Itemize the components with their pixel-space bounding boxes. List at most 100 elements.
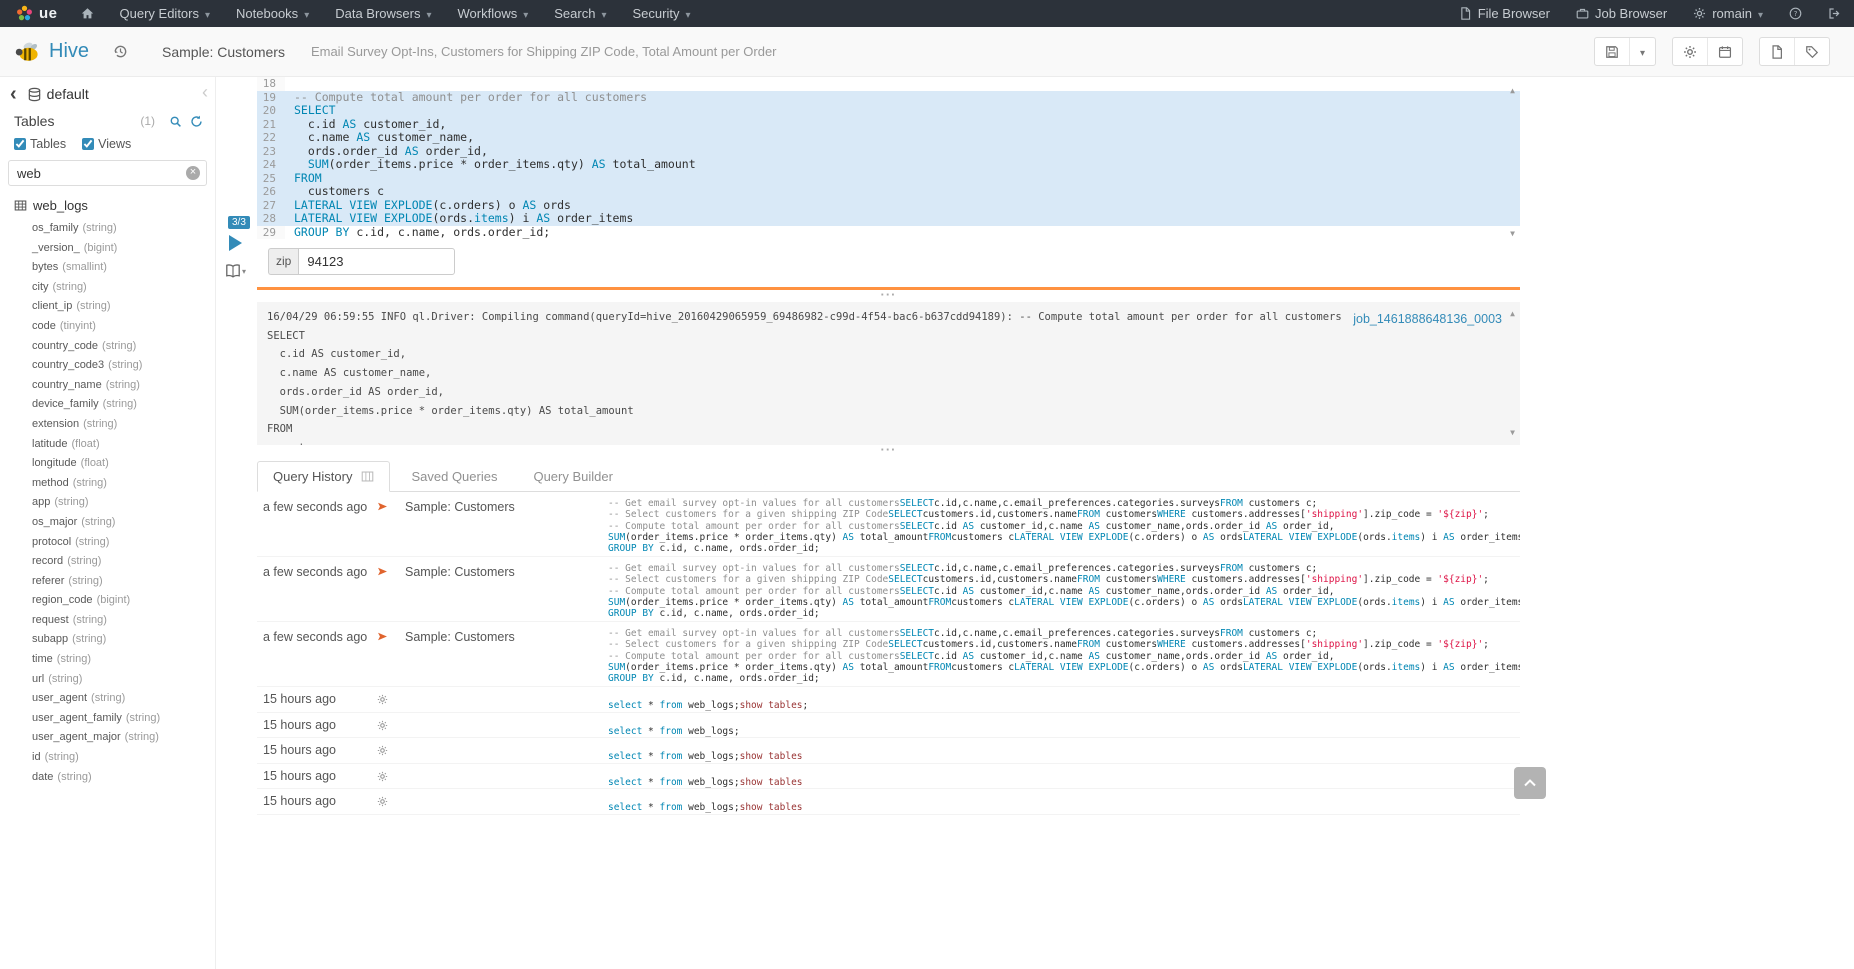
column-item[interactable]: region_code(bigint) (0, 591, 215, 611)
sql-token: customers (1100, 509, 1157, 520)
sql-token: customers.addresses[ (1186, 574, 1306, 585)
column-item[interactable]: subapp(string) (0, 630, 215, 650)
column-item[interactable]: date(string) (0, 768, 215, 788)
column-item[interactable]: latitude(float) (0, 435, 215, 455)
table-search-input[interactable] (8, 160, 207, 186)
sql-token: -- Get email survey opt-in values for al… (608, 628, 900, 639)
column-item[interactable]: _version_(bigint) (0, 239, 215, 259)
history-row[interactable]: 15 hours agoselect * from web_logs;show … (257, 738, 1520, 764)
hue-logo[interactable]: ue (0, 0, 68, 27)
column-item[interactable]: client_ip(string) (0, 297, 215, 317)
menu-query-editors[interactable]: Query Editors (107, 0, 224, 27)
filter-views-checkbox[interactable]: Views (82, 137, 131, 151)
column-item[interactable]: user_agent_family(string) (0, 709, 215, 729)
schedule-button[interactable] (1708, 38, 1742, 65)
filter-tables-checkbox[interactable]: Tables (14, 137, 66, 151)
history-sql: -- Get email survey opt-in values for al… (608, 557, 1520, 621)
resize-handle-bottom[interactable] (257, 446, 1520, 457)
tables-checkbox-input[interactable] (14, 138, 26, 150)
menu-search[interactable]: Search (541, 0, 619, 27)
tab-query-history[interactable]: Query History (257, 461, 390, 492)
menu-security[interactable]: Security (619, 0, 703, 27)
table-item-web-logs[interactable]: web_logs (0, 186, 215, 215)
scroll-to-top-button[interactable] (1514, 767, 1546, 799)
column-item[interactable]: code(tinyint) (0, 317, 215, 337)
help-button[interactable] (1776, 0, 1815, 27)
job-browser-link[interactable]: Job Browser (1563, 0, 1680, 27)
history-row[interactable]: 15 hours agoselect * from web_logs;show … (257, 789, 1520, 815)
history-row[interactable]: 15 hours agoselect * from web_logs;show … (257, 764, 1520, 790)
tags-button[interactable] (1795, 38, 1829, 65)
tab-query-builder[interactable]: Query Builder (518, 462, 627, 491)
column-item[interactable]: device_family(string) (0, 395, 215, 415)
logout-button[interactable] (1815, 0, 1854, 27)
column-item[interactable]: protocol(string) (0, 533, 215, 553)
scrollbar-down-arrow[interactable] (1510, 429, 1515, 437)
column-item[interactable]: os_family(string) (0, 219, 215, 239)
column-item[interactable]: country_code(string) (0, 337, 215, 357)
app-name[interactable]: Hive (49, 40, 89, 63)
column-item[interactable]: time(string) (0, 650, 215, 670)
column-item[interactable]: url(string) (0, 670, 215, 690)
history-icon[interactable] (113, 44, 128, 59)
column-name: os_family (32, 222, 78, 234)
sql-token: customer_id, (356, 117, 446, 131)
history-row[interactable]: a few seconds agoSample: Customers-- Get… (257, 622, 1520, 687)
column-item[interactable]: user_agent_major(string) (0, 728, 215, 748)
sql-token: AS (405, 144, 419, 158)
user-menu[interactable]: romain (1680, 0, 1776, 27)
app-header: Hive Sample: Customers Email Survey Opt-… (0, 27, 1854, 77)
variable-zip-input[interactable] (298, 248, 455, 275)
menu-workflows[interactable]: Workflows (445, 0, 542, 27)
menu-data-browsers[interactable]: Data Browsers (322, 0, 444, 27)
column-item[interactable]: bytes(smallint) (0, 258, 215, 278)
database-name[interactable]: default (47, 86, 89, 102)
settings-button[interactable] (1673, 38, 1708, 65)
back-chevron-icon[interactable] (10, 87, 17, 102)
views-checkbox-input[interactable] (82, 138, 94, 150)
column-item[interactable]: request(string) (0, 611, 215, 631)
execute-button[interactable] (229, 235, 242, 251)
column-item[interactable]: id(string) (0, 748, 215, 768)
line-number: 28 (257, 212, 285, 226)
resize-handle-top[interactable] (257, 291, 1520, 302)
home-button[interactable] (68, 0, 107, 27)
column-item[interactable]: record(string) (0, 552, 215, 572)
column-item[interactable]: app(string) (0, 493, 215, 513)
column-item[interactable]: country_name(string) (0, 376, 215, 396)
history-row[interactable]: a few seconds agoSample: Customers-- Get… (257, 557, 1520, 622)
history-row[interactable]: 15 hours agoselect * from web_logs;show … (257, 687, 1520, 713)
collapse-sidebar-icon[interactable] (202, 84, 208, 100)
sql-token: -- Select customers for a given shipping… (608, 574, 888, 585)
file-browser-link[interactable]: File Browser (1446, 0, 1563, 27)
refresh-icon[interactable] (190, 115, 203, 128)
sql-token: SUM (608, 532, 625, 543)
menu-notebooks[interactable]: Notebooks (223, 0, 322, 27)
sql-token: -- Select customers for a given shipping… (608, 639, 888, 650)
column-item[interactable]: city(string) (0, 278, 215, 298)
column-item[interactable]: user_agent(string) (0, 689, 215, 709)
job-link[interactable]: job_1461888648136_0003 (1353, 312, 1502, 326)
new-document-button[interactable] (1760, 38, 1795, 65)
save-dropdown-button[interactable] (1630, 38, 1655, 65)
sql-token: (order_items.price * order_items.qty) (625, 532, 842, 543)
scrollbar-down-arrow[interactable] (1510, 230, 1515, 238)
column-item[interactable]: extension(string) (0, 415, 215, 435)
column-item[interactable]: os_major(string) (0, 513, 215, 533)
scrollbar-up-arrow[interactable] (1510, 87, 1515, 95)
column-item[interactable]: country_code3(string) (0, 356, 215, 376)
tab-saved-queries[interactable]: Saved Queries (396, 462, 512, 491)
clear-search-icon[interactable] (186, 166, 200, 180)
assist-docs-button[interactable] (225, 261, 246, 279)
column-item[interactable]: method(string) (0, 474, 215, 494)
column-type: (string) (106, 379, 140, 391)
history-row[interactable]: 15 hours agoselect * from web_logs; (257, 713, 1520, 739)
sql-token: ords (1214, 597, 1243, 608)
column-item[interactable]: longitude(float) (0, 454, 215, 474)
code-editor[interactable]: 1819-- Compute total amount per order fo… (257, 77, 1520, 246)
scrollbar-up-arrow[interactable] (1510, 310, 1515, 318)
history-row[interactable]: a few seconds agoSample: Customers-- Get… (257, 492, 1520, 557)
save-button[interactable] (1595, 38, 1630, 65)
search-icon[interactable] (169, 115, 182, 128)
column-item[interactable]: referer(string) (0, 572, 215, 592)
